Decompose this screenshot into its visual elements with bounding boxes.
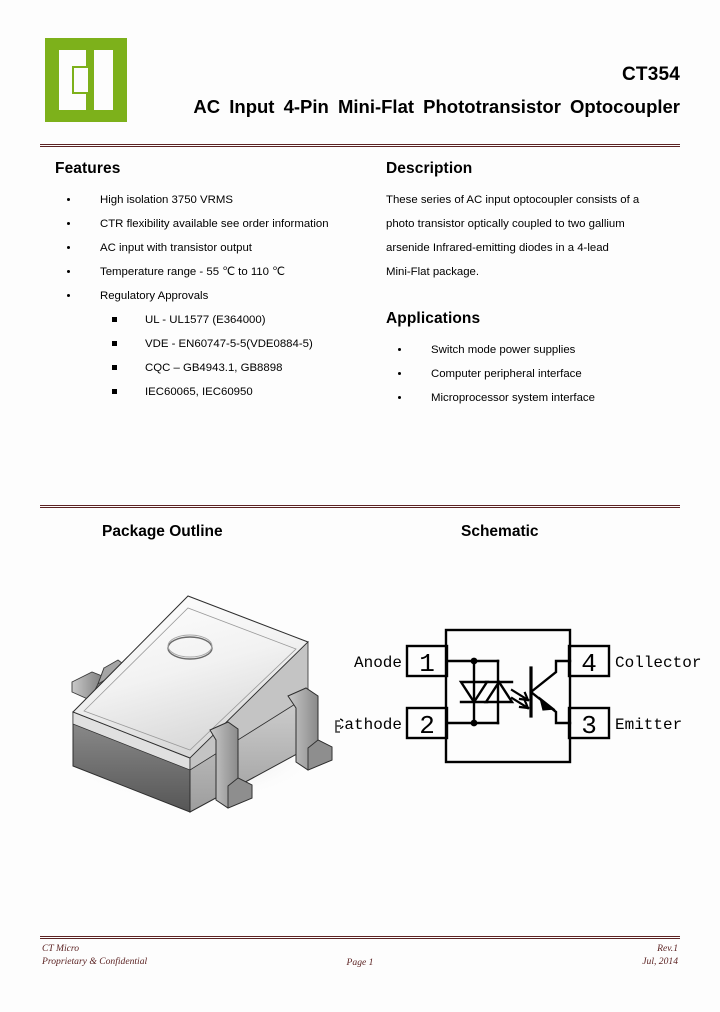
pin-3-number: 3 — [581, 711, 597, 741]
bullet-square-icon — [112, 389, 117, 394]
footer-revision: Rev.1 — [657, 943, 678, 954]
optical-coupling-arrows — [510, 688, 530, 710]
page-header: CT354 AC Input 4-Pin Mini-Flat Phototran… — [45, 38, 680, 130]
page-title: AC Input 4-Pin Mini-Flat Phototransistor… — [193, 96, 680, 117]
feature-text: AC input with transistor output — [100, 242, 252, 254]
pin-2-number: 2 — [419, 711, 435, 741]
pin-1-number: 1 — [419, 649, 435, 679]
datasheet-page: CT354 AC Input 4-Pin Mini-Flat Phototran… — [0, 0, 720, 1012]
description-line: photo transistor optically coupled to tw… — [386, 218, 625, 230]
description-column: Description These series of AC input opt… — [386, 160, 681, 410]
list-item: Computer peripheral interface — [386, 362, 681, 386]
header-divider — [40, 144, 680, 148]
list-item: High isolation 3750 VRMS — [55, 188, 375, 212]
section-divider — [40, 505, 680, 509]
features-column: Features High isolation 3750 VRMS CTR fl… — [55, 160, 375, 404]
applications-heading: Applications — [386, 310, 481, 327]
bullet-dot-icon — [67, 270, 70, 273]
application-text: Microprocessor system interface — [431, 392, 595, 404]
features-heading: Features — [55, 160, 121, 177]
diagram-headings: Package Outline Schematic — [55, 523, 680, 547]
pin-4-label: Collector — [615, 654, 701, 672]
page-footer: CT Micro Proprietary & Confidential Page… — [40, 942, 680, 976]
list-item: Temperature range - 55 ℃ to 110 ℃ — [55, 260, 375, 284]
schematic-drawing: 1 2 4 3 Anode Cathode Collector Emitter — [335, 620, 710, 790]
approval-text: UL - UL1577 (E364000) — [145, 314, 266, 326]
application-text: Computer peripheral interface — [431, 368, 582, 380]
list-item: UL - UL1577 (E364000) — [55, 308, 375, 332]
footer-company: CT Micro — [42, 943, 80, 954]
footer-page-number: Page 1 — [346, 957, 374, 968]
part-number: CT354 — [621, 64, 680, 85]
application-text: Switch mode power supplies — [431, 344, 576, 356]
description-heading: Description — [386, 160, 473, 177]
description-line: Mini-Flat package. — [386, 266, 480, 278]
pin-4-number: 4 — [581, 649, 597, 679]
feature-text: High isolation 3750 VRMS — [100, 194, 233, 206]
bullet-dot-icon — [67, 246, 70, 249]
bullet-dot-icon — [398, 396, 401, 399]
bullet-square-icon — [112, 365, 117, 370]
feature-text: CTR flexibility available see order info… — [100, 218, 329, 230]
pin-1-label: Anode — [354, 654, 402, 672]
bullet-dot-icon — [398, 348, 401, 351]
bullet-dot-icon — [67, 294, 70, 297]
feature-text: Regulatory Approvals — [100, 290, 209, 302]
pin-2-label: Cathode — [340, 716, 402, 734]
description-line: arsenide Infrared-emitting diodes in a 4… — [386, 242, 609, 254]
list-item: VDE - EN60747-5-5(VDE0884-5) — [55, 332, 375, 356]
list-item: Microprocessor system interface — [386, 386, 681, 410]
ct-micro-logo — [45, 38, 127, 122]
package-outline-drawing — [40, 580, 360, 815]
footer-date: Jul, 2014 — [642, 956, 678, 967]
applications-list: Switch mode power supplies Computer peri… — [386, 338, 681, 410]
feature-text: Temperature range - 55 ℃ to 110 ℃ — [100, 266, 285, 278]
bullet-square-icon — [112, 341, 117, 346]
footer-right: Rev.1 Jul, 2014 — [642, 942, 678, 968]
list-item: Regulatory Approvals — [55, 284, 375, 308]
bullet-square-icon — [112, 317, 117, 322]
logo-notch-fill — [74, 68, 88, 92]
approval-text: VDE - EN60747-5-5(VDE0884-5) — [145, 338, 313, 350]
list-item: Switch mode power supplies — [386, 338, 681, 362]
features-list: High isolation 3750 VRMS CTR flexibility… — [55, 188, 375, 308]
list-item: CQC – GB4943.1, GB8898 — [55, 356, 375, 380]
pin-3-label: Emitter — [615, 716, 682, 734]
description-line: These series of AC input optocoupler con… — [386, 194, 640, 206]
list-item: AC input with transistor output — [55, 236, 375, 260]
approval-text: CQC – GB4943.1, GB8898 — [145, 362, 283, 374]
bullet-dot-icon — [67, 222, 70, 225]
bullet-dot-icon — [398, 372, 401, 375]
package-outline-heading: Package Outline — [102, 523, 223, 540]
schematic-heading: Schematic — [461, 523, 539, 540]
approval-text: IEC60065, IEC60950 — [145, 386, 253, 398]
bullet-dot-icon — [67, 198, 70, 201]
regulatory-approvals-list: UL - UL1577 (E364000) VDE - EN60747-5-5(… — [55, 308, 375, 404]
list-item: CTR flexibility available see order info… — [55, 212, 375, 236]
footer-divider — [40, 936, 680, 940]
list-item: IEC60065, IEC60950 — [55, 380, 375, 404]
